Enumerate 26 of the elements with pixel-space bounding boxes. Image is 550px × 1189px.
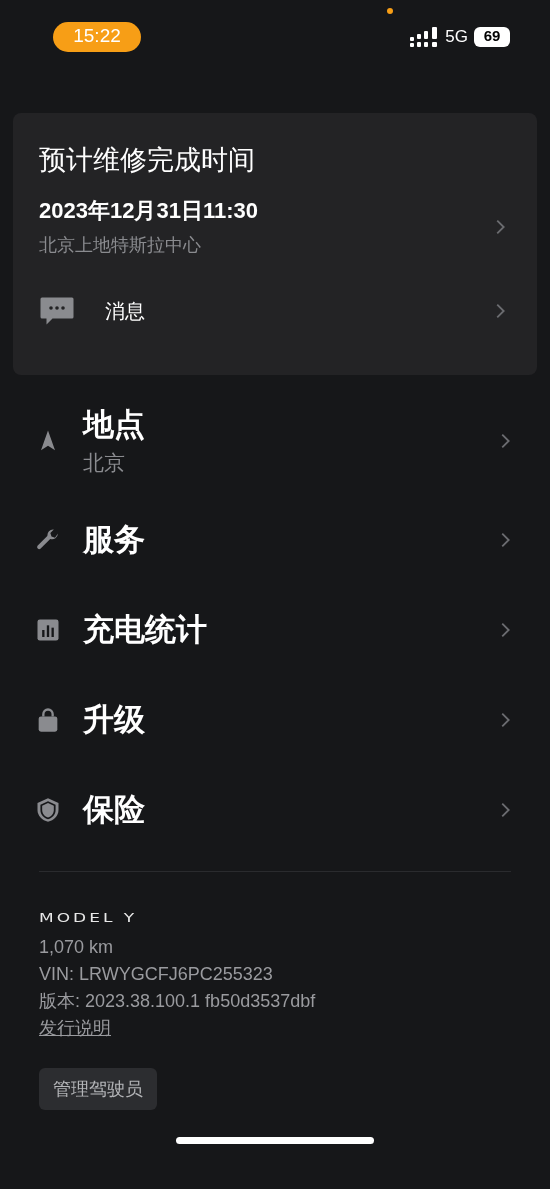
card-title: 预计维修完成时间	[39, 144, 256, 177]
completion-datetime: 2023年12月31日11:30	[39, 197, 258, 225]
repair-card[interactable]: 预计维修完成时间 2023年12月31日11:30 北京上地特斯拉中心 消息	[13, 113, 537, 375]
model-wordmark: MODEL Y	[39, 908, 138, 926]
menu-item[interactable]: 充电统计	[34, 585, 516, 675]
network-label: 5G	[445, 25, 468, 48]
release-notes-link[interactable]: 发行说明	[39, 1015, 111, 1042]
odometer: 1,070 km	[39, 936, 114, 959]
menu-label: 地点	[83, 406, 146, 444]
menu-item[interactable]: 升级	[34, 675, 516, 765]
menu-label: 充电统计	[83, 611, 208, 649]
menu-label: 保险	[83, 791, 146, 829]
signal-icon	[410, 26, 440, 47]
menu-item[interactable]: 服务	[34, 495, 516, 585]
messages-label: 消息	[105, 299, 146, 324]
service-center: 北京上地特斯拉中心	[39, 234, 202, 257]
time-pill: 15:22	[53, 21, 141, 52]
menu-label: 升级	[83, 701, 146, 739]
menu-label: 服务	[83, 521, 146, 559]
software-version: 版本: 2023.38.100.1 fb50d3537dbf	[39, 990, 316, 1013]
vin-text: VIN: LRWYGCFJ6PC255323	[39, 963, 273, 986]
manage-drivers-button[interactable]: 管理驾驶员	[39, 1068, 157, 1110]
menu-subtitle: 北京	[83, 450, 126, 476]
menu-item[interactable]: 保险	[34, 765, 516, 855]
battery-level: 69	[474, 26, 510, 47]
menu-item[interactable]: 地点 北京	[34, 387, 516, 495]
